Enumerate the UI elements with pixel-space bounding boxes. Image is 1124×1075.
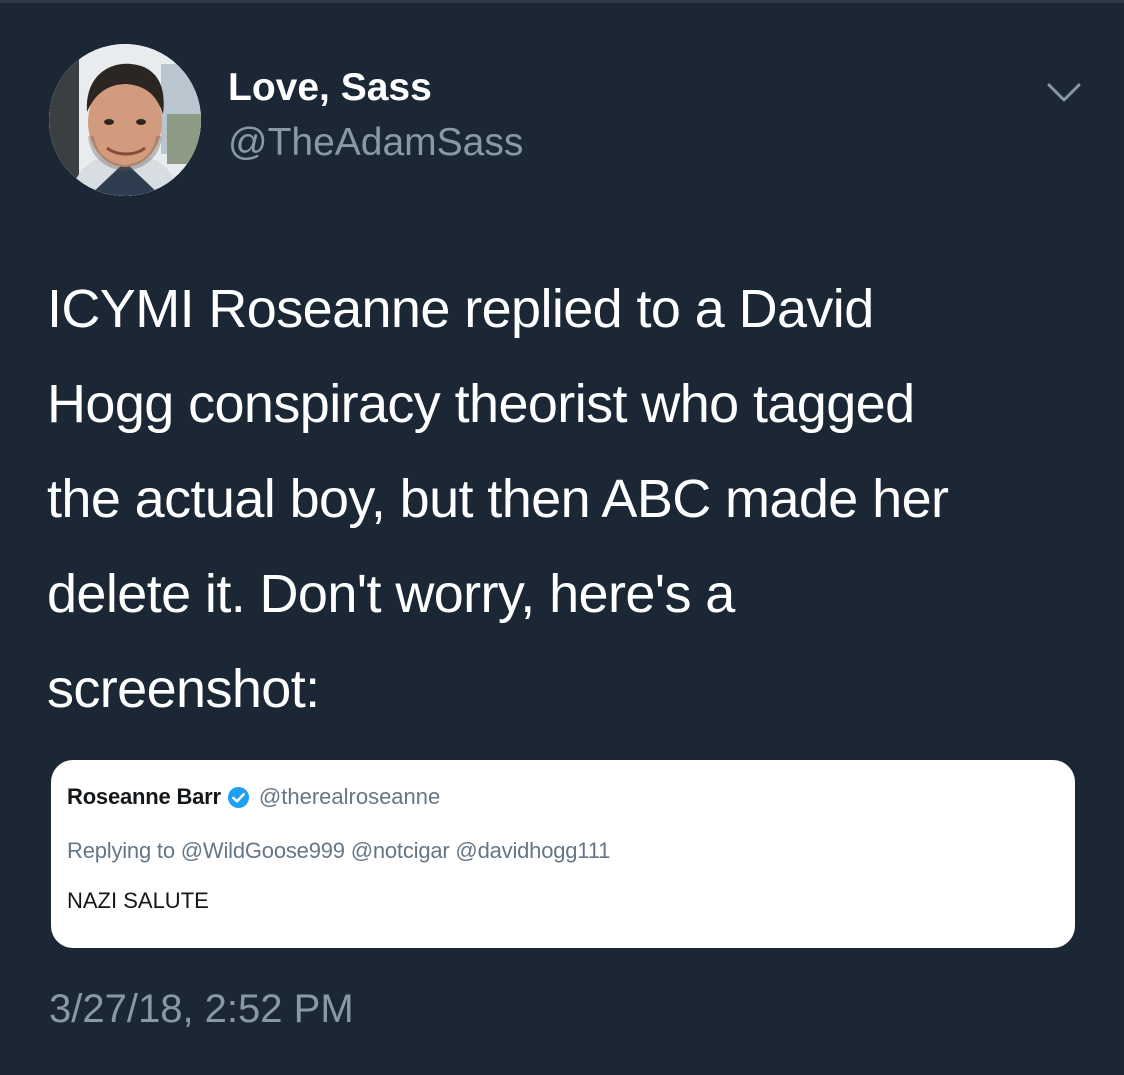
embedded-author-name: Roseanne Barr <box>67 784 221 809</box>
embedded-screenshot-card[interactable]: Roseanne Barr @therealroseanne Replying … <box>51 760 1075 948</box>
verified-badge-icon <box>227 786 249 808</box>
embedded-replying-to: Replying to @WildGoose999 @notcigar @dav… <box>67 838 611 863</box>
display-name[interactable]: Love, Sass <box>228 66 432 110</box>
avatar[interactable] <box>49 44 201 196</box>
tweet-text-line: screenshot: <box>47 659 320 719</box>
tweet-text-line: ICYMI Roseanne replied to a David <box>47 279 874 339</box>
avatar-photo <box>49 44 201 196</box>
user-handle[interactable]: @TheAdamSass <box>228 121 523 165</box>
tweet-text-line: the actual boy, but then ABC made her <box>47 469 949 529</box>
embedded-tweet-body: NAZI SALUTE <box>67 888 209 913</box>
tweet-timestamp[interactable]: 3/27/18, 2:52 PM <box>49 987 354 1032</box>
tweet-text-line: Hogg conspiracy theorist who tagged <box>47 374 915 434</box>
tweet-text-line: delete it. Don't worry, here's a <box>47 564 735 624</box>
embedded-tweet-header: Roseanne Barr @therealroseanne <box>67 784 440 810</box>
tweet-text: ICYMI Roseanne replied to a David Hogg c… <box>47 262 1097 737</box>
chevron-down-icon[interactable] <box>1046 80 1082 106</box>
top-divider <box>0 0 1124 3</box>
embedded-author-handle: @therealroseanne <box>258 784 441 809</box>
